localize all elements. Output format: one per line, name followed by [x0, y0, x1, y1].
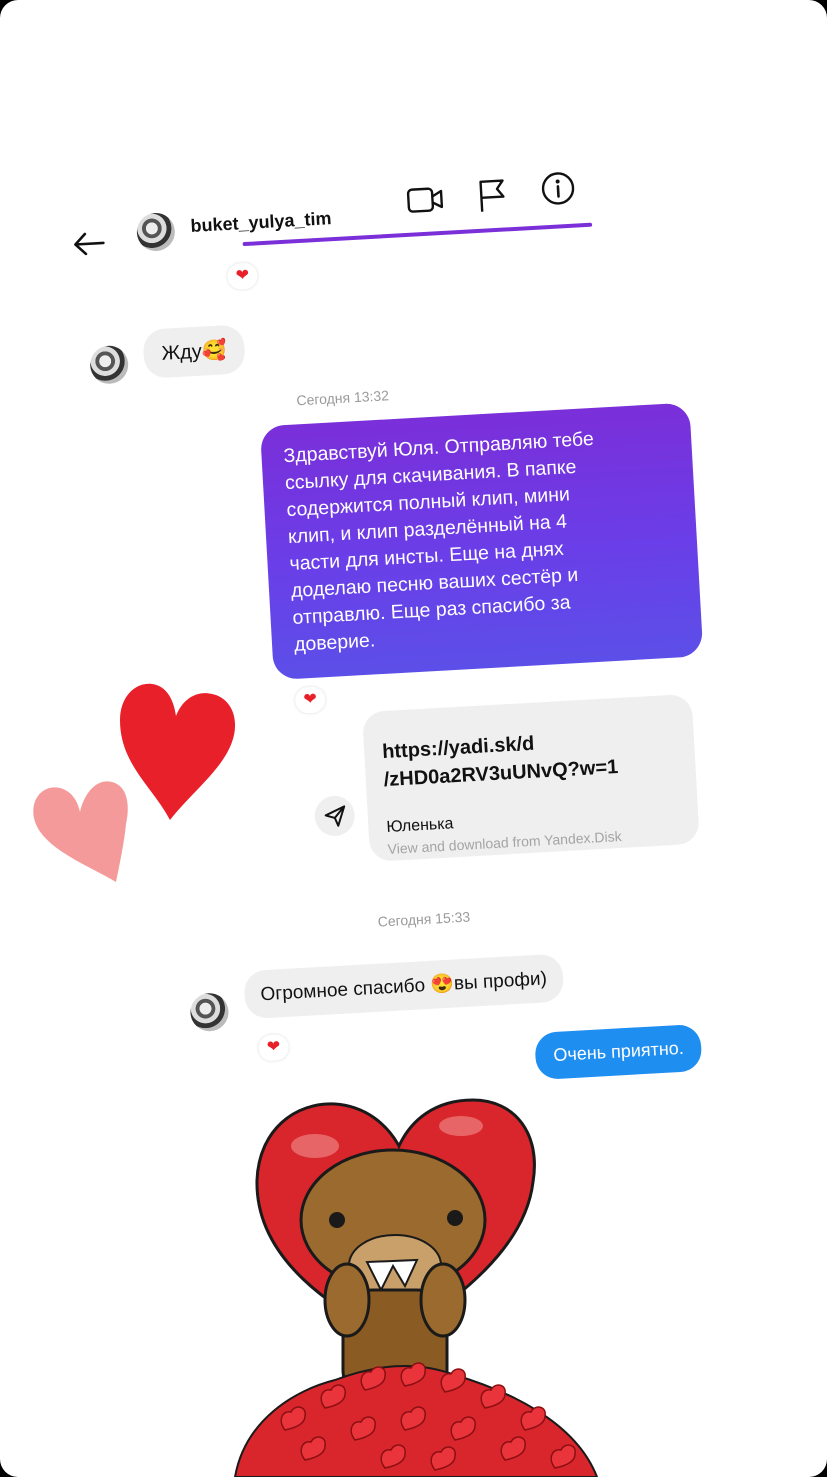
timestamp: Сегодня 15:33 — [377, 908, 471, 930]
message-text: Огромное спасибо — [260, 974, 431, 1006]
send-icon[interactable] — [313, 794, 356, 838]
screen: buket_yulya_tim ❤ Жду🥰 Сегодня 13:32 Здр… — [0, 0, 827, 1477]
info-icon[interactable] — [539, 169, 577, 207]
message-outgoing[interactable]: Здравствуй Юля. Отправляю тебе ссылку дл… — [259, 402, 704, 681]
video-camera-icon[interactable] — [405, 182, 447, 218]
smiling-face-hearts-emoji: 🥰 — [201, 339, 228, 363]
timestamp: Сегодня 13:32 — [296, 387, 390, 409]
message-incoming[interactable]: Жду🥰 — [142, 324, 246, 379]
avatar[interactable] — [135, 211, 176, 253]
message-text: Очень приятно. — [552, 1037, 685, 1066]
message-outgoing-blue[interactable]: Очень приятно. — [534, 1023, 703, 1081]
reaction-heart[interactable]: ❤ — [226, 262, 259, 291]
message-text: вы профи) — [453, 968, 548, 995]
message-text: Жду — [161, 340, 203, 365]
reaction-heart[interactable]: ❤ — [294, 686, 326, 714]
flag-icon[interactable] — [474, 176, 510, 214]
link-title: Юленька — [385, 815, 454, 837]
bear-heart-sticker — [215, 1090, 615, 1477]
username[interactable]: buket_yulya_tim — [190, 208, 332, 237]
reaction-heart[interactable]: ❤ — [257, 1033, 290, 1062]
heart-eyes-emoji: 😍 — [429, 973, 455, 996]
link-preview-card[interactable]: https://yadi.sk/d /zHD0a2RV3uUNvQ?w=1 Юл… — [361, 693, 700, 863]
link-url[interactable]: https://yadi.sk/d — [382, 733, 535, 764]
back-icon[interactable] — [69, 228, 111, 260]
pink-heart-sticker — [28, 774, 133, 886]
message-incoming[interactable]: Огромное спасибо 😍вы профи) — [243, 953, 565, 1020]
sender-avatar[interactable] — [89, 344, 130, 385]
sender-avatar[interactable] — [189, 992, 230, 1033]
